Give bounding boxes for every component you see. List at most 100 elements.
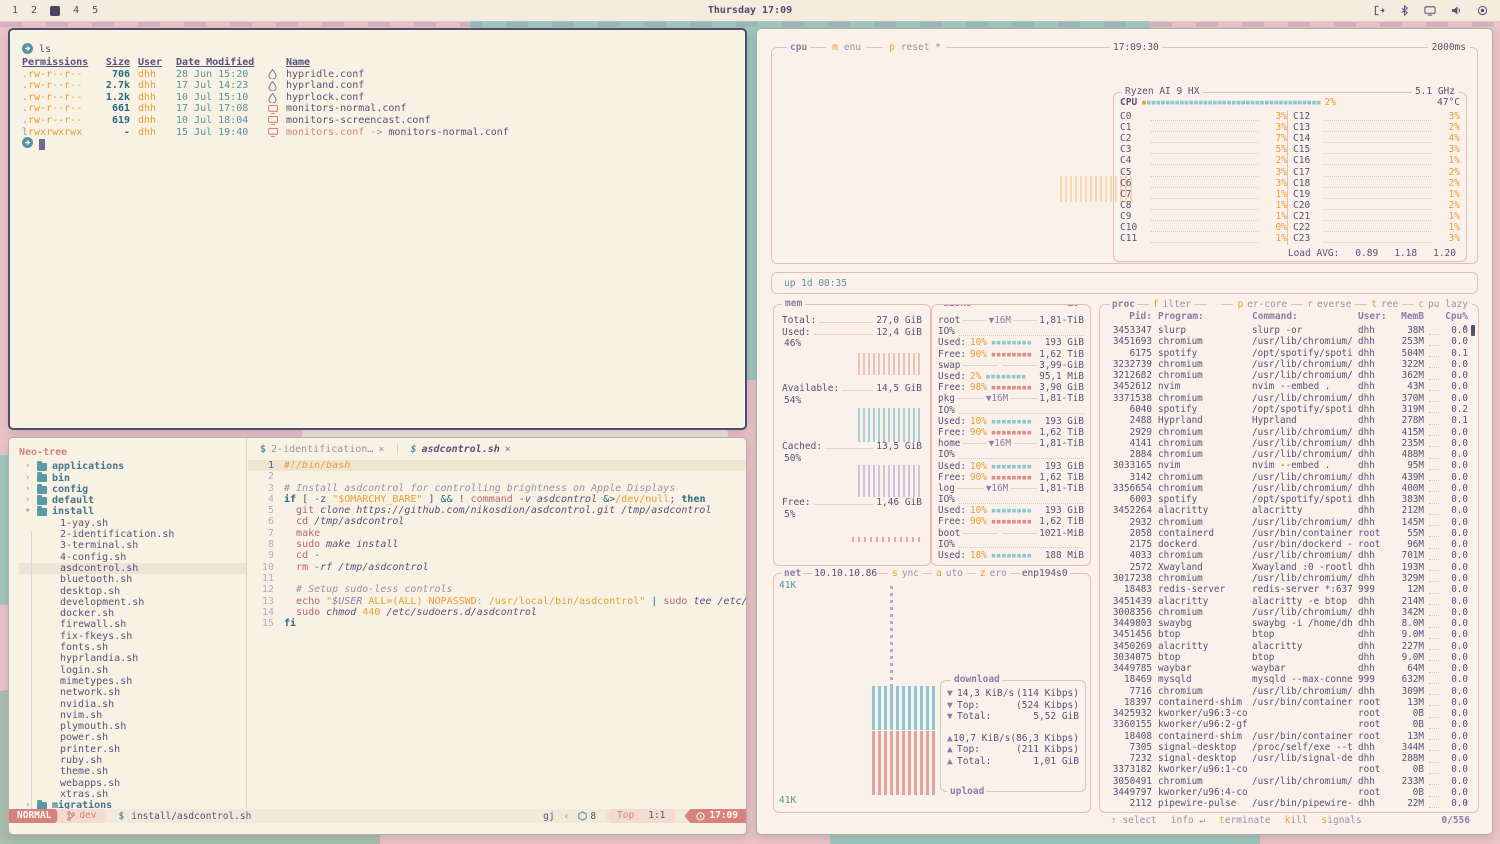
neotree-item[interactable]: mimetypes.sh	[19, 676, 246, 687]
process-row[interactable]: 3212682 chromium /usr/lib/chromium/ dhh …	[1106, 370, 1468, 381]
power-icon[interactable]	[1477, 5, 1488, 16]
per-core-toggle[interactable]: per-core	[1233, 299, 1291, 310]
neotree-item[interactable]: › config	[19, 484, 246, 495]
process-row[interactable]: 2929 chromium /usr/lib/chromium/ dhh 415…	[1106, 426, 1468, 437]
neotree-item[interactable]: 1-yay.sh	[19, 518, 246, 529]
process-row[interactable]: 3017238 chromium /usr/lib/chromium/ dhh …	[1106, 573, 1468, 584]
bluetooth-icon[interactable]	[1400, 5, 1409, 16]
signals-button[interactable]: signals	[1322, 815, 1362, 826]
neotree-item[interactable]: 4-config.sh	[19, 552, 246, 563]
workspace-5[interactable]: 5	[92, 5, 98, 16]
workspace-3-active[interactable]	[50, 6, 60, 16]
neotree-item[interactable]: login.sh	[19, 665, 246, 676]
process-row[interactable]: 3360155 kworker/u96:2-gf root 0B 0.0	[1106, 719, 1468, 730]
neotree-item[interactable]: hyprlandia.sh	[19, 653, 246, 664]
kill-button[interactable]: kill	[1285, 815, 1308, 826]
net-zero-toggle[interactable]: zero	[976, 568, 1011, 579]
process-row[interactable]: 18483 redis-server redis-server *:637 99…	[1106, 584, 1468, 595]
process-row[interactable]: 3449785 waybar waybar dhh 64M 0.0	[1106, 663, 1468, 674]
workspace-1[interactable]: 1	[12, 5, 18, 16]
process-row[interactable]: 2884 chromium /usr/lib/chromium/ dhh 488…	[1106, 449, 1468, 460]
process-row[interactable]: 3371538 chromium /usr/lib/chromium/ dhh …	[1106, 393, 1468, 404]
process-row[interactable]: 18397 containerd-shim /usr/bin/container…	[1106, 697, 1468, 708]
terminal-window-ls[interactable]: ls Permissions Size User Date Modified N…	[8, 28, 747, 430]
process-row[interactable]: 7232 signal-desktop /usr/lib/signal-de d…	[1106, 753, 1468, 764]
code-area[interactable]: 1 #!/bin/bash 2 3 # Install asdcontrol f…	[248, 460, 746, 629]
disk-io-speed[interactable]: ▼16M	[989, 438, 1011, 449]
neotree-item[interactable]: xtras.sh	[19, 789, 246, 800]
neotree-item[interactable]: ▾ install	[19, 506, 246, 517]
neotree-item[interactable]: network.sh	[19, 687, 246, 698]
neotree-item[interactable]: nvidia.sh	[19, 699, 246, 710]
process-row[interactable]: 3232739 chromium /usr/lib/chromium/ dhh …	[1106, 359, 1468, 370]
workspace-2[interactable]: 2	[31, 5, 37, 16]
neotree-item[interactable]: › migrations	[19, 800, 246, 809]
neotree-item[interactable]: asdcontrol.sh	[19, 563, 247, 574]
process-row[interactable]: 2175 dockerd /usr/bin/dockerd - root 96M…	[1106, 539, 1468, 550]
prompt-line-empty[interactable]	[22, 138, 745, 150]
workspace-4[interactable]: 4	[73, 5, 79, 16]
process-row[interactable]: 6003 spotify /opt/spotify/spoti dhh 383M…	[1106, 494, 1468, 505]
disk-io-speed[interactable]: ▼16M	[986, 393, 1008, 404]
tab-asdcontrol[interactable]: $ asdcontrol.sh ×	[410, 444, 510, 455]
process-row[interactable]: 2488 Hyprland Hyprland dhh 278M 0.1	[1106, 415, 1468, 426]
neotree-item[interactable]: ruby.sh	[19, 755, 246, 766]
process-row[interactable]: 3373182 kworker/u96:1-co root 0B 0.0	[1106, 764, 1468, 775]
neotree-item[interactable]: fonts.sh	[19, 642, 246, 653]
neotree-item[interactable]: › bin	[19, 473, 246, 484]
process-row[interactable]: 3033165 nvim nvim --embed . dhh 95M 0.0	[1106, 460, 1468, 471]
process-row[interactable]: 2112 pipewire-pulse /usr/bin/pipewire- d…	[1106, 798, 1468, 808]
neotree-item[interactable]: webapps.sh	[19, 778, 246, 789]
process-row[interactable]: 3453347 slurp slurp -or dhh 38M 0.0	[1106, 325, 1468, 336]
sort-selector[interactable]: cpu lazy	[1414, 299, 1472, 310]
neotree-item[interactable]: firewall.sh	[19, 619, 246, 630]
process-row[interactable]: 6175 spotify /opt/spotify/spoti dhh 504M…	[1106, 348, 1468, 359]
process-row[interactable]: 3034075 btop btop dhh 9.0M 0.0	[1106, 652, 1468, 663]
process-row[interactable]: 3050491 chromium /usr/lib/chromium/ dhh …	[1106, 776, 1468, 787]
process-row[interactable]: 4141 chromium /usr/lib/chromium/ dhh 235…	[1106, 438, 1468, 449]
neotree-item[interactable]: nvim.sh	[19, 710, 246, 721]
process-row[interactable]: 7716 chromium /usr/lib/chromium/ dhh 309…	[1106, 686, 1468, 697]
neotree-item[interactable]: desktop.sh	[19, 586, 246, 597]
process-row[interactable]: 18469 mysqld mysqld --max-conne 999 632M…	[1106, 674, 1468, 685]
net-auto-toggle[interactable]: auto	[932, 568, 967, 579]
neotree-item[interactable]: docker.sh	[19, 608, 246, 619]
disk-io-speed[interactable]: ▼16M	[989, 315, 1011, 326]
neotree-item[interactable]: › applications	[19, 461, 246, 472]
neotree-item[interactable]: bluetooth.sh	[19, 574, 246, 585]
process-row[interactable]: 3452264 alacritty alacritty dhh 212M 0.0	[1106, 505, 1468, 516]
refresh-interval[interactable]: 2000ms	[1428, 42, 1470, 53]
neotree-item[interactable]: printer.sh	[19, 744, 246, 755]
neotree-item[interactable]: development.sh	[19, 597, 246, 608]
process-row[interactable]: 4033 chromium /usr/lib/chromium/ dhh 701…	[1106, 550, 1468, 561]
process-list[interactable]: 3453347 slurp slurp -or dhh 38M 0.0 3451…	[1106, 325, 1468, 808]
process-row[interactable]: 3449797 kworker/u96:4-co root 0B 0.0	[1106, 787, 1468, 798]
neotree-item[interactable]: › default	[19, 495, 246, 506]
btop-window[interactable]: cpu menu preset * 17:09:30 2000ms Ryzen …	[756, 28, 1493, 835]
process-row[interactable]: 18408 containerd-shim /usr/bin/container…	[1106, 731, 1468, 742]
close-tab-icon[interactable]: ×	[378, 444, 384, 455]
process-row[interactable]: 3449803 swaybg swaybg -i /home/dh dhh 8.…	[1106, 618, 1468, 629]
select-hint[interactable]: ↑ select	[1111, 815, 1157, 826]
logout-icon[interactable]	[1374, 5, 1385, 16]
disk-io-speed[interactable]: ▼16M	[986, 483, 1008, 494]
neotree-item[interactable]: 3-terminal.sh	[19, 540, 246, 551]
reverse-toggle[interactable]: reverse	[1303, 299, 1355, 310]
neotree-item[interactable]: theme.sh	[19, 766, 246, 777]
preset-button[interactable]: preset *	[883, 42, 947, 53]
process-row[interactable]: 3451456 btop btop dhh 9.0M 0.0	[1106, 629, 1468, 640]
io-mode-toggle[interactable]: io	[1065, 304, 1082, 309]
terminate-button[interactable]: terminate	[1219, 815, 1271, 826]
neotree-item[interactable]: 2-identification.sh	[19, 529, 246, 540]
tree-toggle[interactable]: tree	[1367, 299, 1402, 310]
process-row[interactable]: 3008356 chromium /usr/lib/chromium/ dhh …	[1106, 607, 1468, 618]
nvim-window[interactable]: Neo-tree › applications › bin	[8, 437, 747, 835]
process-row[interactable]: 3450269 alacritty alacritty dhh 227M 0.0	[1106, 640, 1468, 651]
filter-button[interactable]: filter	[1149, 299, 1195, 310]
process-row[interactable]: 7305 signal-desktop /proc/self/exe --t d…	[1106, 742, 1468, 753]
process-row[interactable]: 2572 Xwayland Xwayland :0 -rootl dhh 193…	[1106, 562, 1468, 573]
process-row[interactable]: 3142 chromium /usr/lib/chromium/ dhh 439…	[1106, 471, 1468, 482]
process-row[interactable]: 3451439 alacritty alacritty -e btop dhh …	[1106, 595, 1468, 606]
neotree-item[interactable]: fix-fkeys.sh	[19, 631, 246, 642]
neotree-item[interactable]: power.sh	[19, 732, 246, 743]
